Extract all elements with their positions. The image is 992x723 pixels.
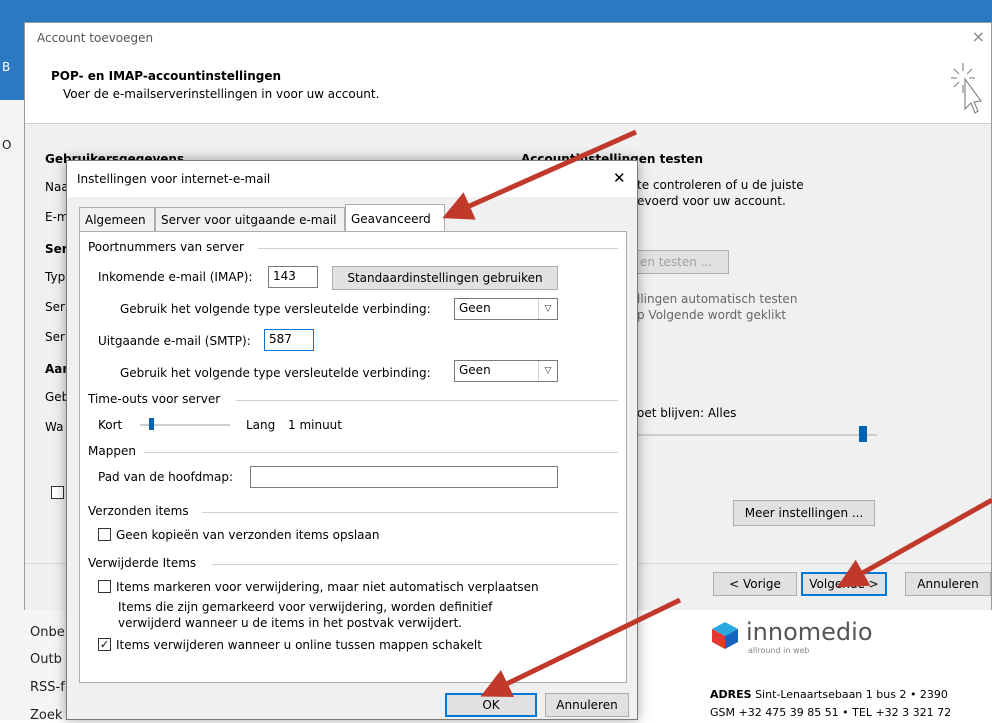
arrow-to-ok-button — [480, 597, 682, 697]
arrow-to-advanced-tab — [442, 129, 638, 220]
arrow-to-next-button — [836, 497, 992, 588]
annotation-arrows — [442, 129, 992, 697]
